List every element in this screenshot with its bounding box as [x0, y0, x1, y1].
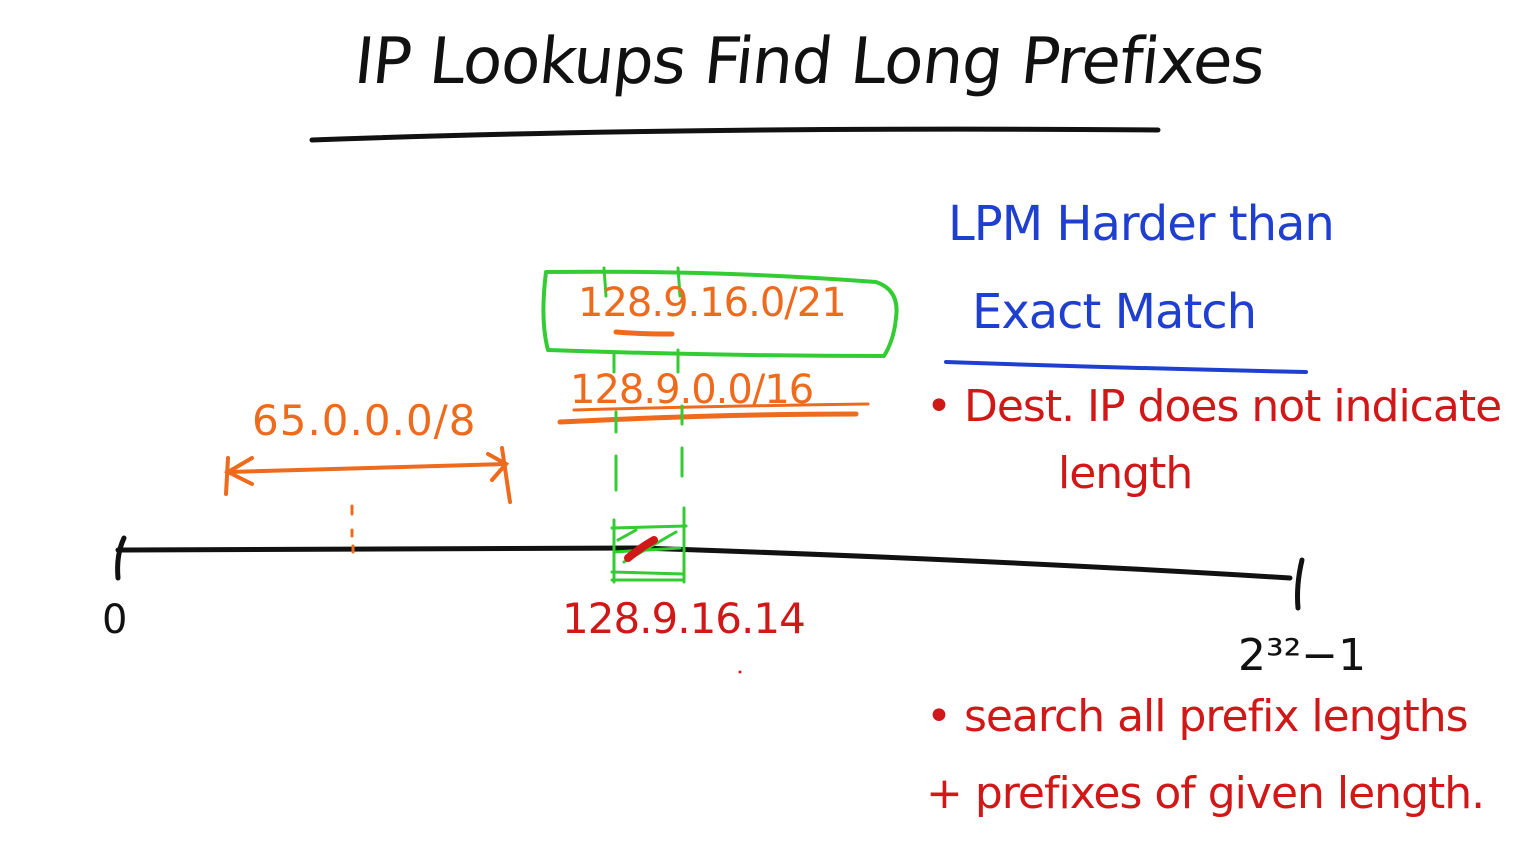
side-note-bullet-1: • Dest. IP does not indicate	[926, 381, 1502, 432]
whiteboard-canvas: IP Lookups Find Long Prefixes LPM Harder…	[0, 0, 1540, 846]
heading-underline	[944, 360, 1308, 374]
prefix-16-underline	[557, 411, 859, 425]
green-hatched-block	[610, 524, 688, 582]
side-note-heading-line2: Exact Match	[972, 284, 1257, 340]
side-note-bullet-1-continuation: length	[1058, 448, 1193, 499]
prefix-16-label: 128.9.0.0/16	[570, 367, 814, 413]
side-note-bullet-2-continuation: + prefixes of given length.	[926, 768, 1485, 819]
address-line-start-label: 0	[102, 597, 128, 643]
prefix-21-label: 128.9.16.0/21	[578, 280, 847, 326]
prefix-8-range-arrow	[226, 462, 508, 474]
prefix-8-label: 65.0.0.0/8	[252, 396, 477, 445]
address-line-end-tick	[1295, 557, 1305, 611]
side-note-heading-line1: LPM Harder than	[948, 196, 1335, 252]
prefix-8-left-bar	[224, 456, 230, 496]
prefix-8-right-bar	[500, 446, 512, 504]
prefix-8-drop-dots	[350, 504, 355, 554]
page-title: IP Lookups Find Long Prefixes	[351, 25, 1268, 99]
address-line-start-tick	[115, 535, 127, 581]
stray-dot	[738, 670, 742, 674]
destination-address-label: 128.9.16.14	[562, 594, 806, 643]
prefix-21-emphasis	[613, 329, 675, 337]
address-line	[115, 545, 1293, 581]
title-underline	[309, 126, 1161, 143]
side-note-bullet-2: • search all prefix lengths	[926, 691, 1469, 742]
address-line-end-label: 2³²−1	[1238, 630, 1367, 681]
